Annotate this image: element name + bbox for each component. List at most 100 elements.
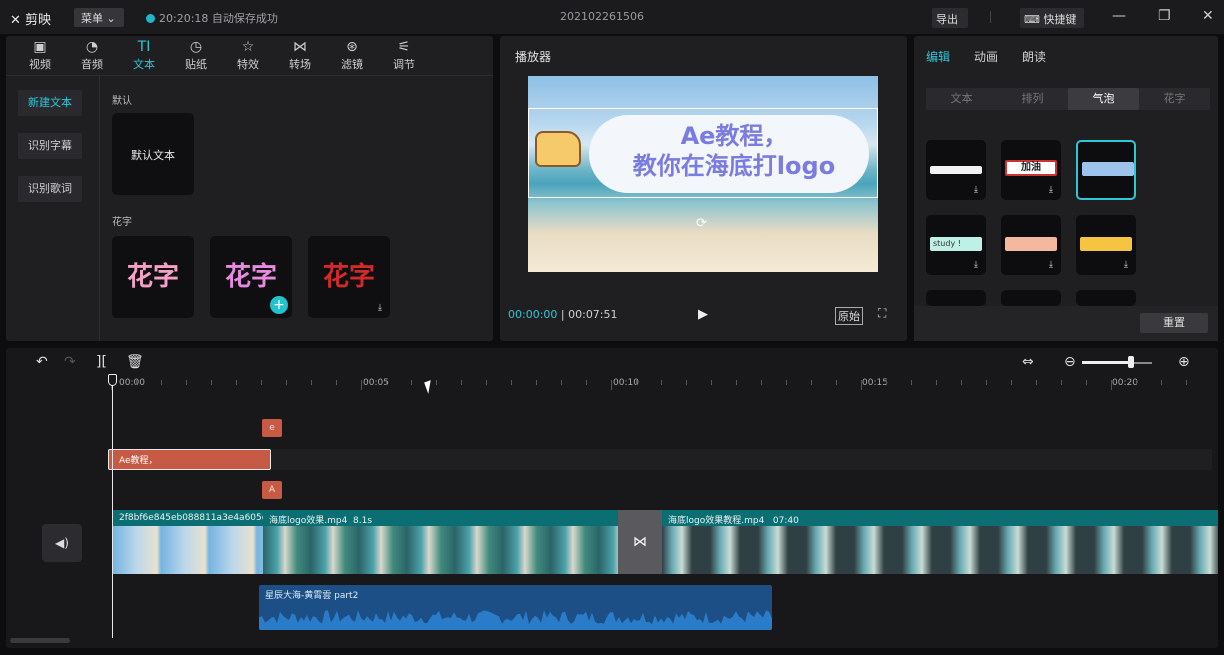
- text-clip[interactable]: Ae教程，: [108, 449, 271, 470]
- bubble-preview: 加油: [1005, 160, 1057, 176]
- segment-fancy[interactable]: 花字: [1139, 88, 1210, 110]
- play-icon[interactable]: ▶: [698, 307, 708, 322]
- fancy-text-card-2[interactable]: 花字 +: [210, 236, 292, 318]
- add-icon[interactable]: +: [270, 296, 288, 314]
- restore-icon[interactable]: ❐: [1158, 8, 1171, 24]
- video-clip-1[interactable]: 2f8bf6e845eb088811a3e4a605e4d: [113, 510, 263, 574]
- project-title: 202102261506: [560, 10, 644, 23]
- bubble-item[interactable]: study ! ⤓: [926, 215, 986, 275]
- text-badge[interactable]: A: [262, 481, 282, 499]
- tab-filter[interactable]: ⊛ 滤镜: [334, 38, 370, 72]
- segment-bubble[interactable]: 气泡: [1068, 88, 1139, 110]
- clip-name: 海底logo效果.mp4: [269, 516, 348, 526]
- ruler-tick: [486, 380, 487, 385]
- menu-button[interactable]: 菜单 ⌄: [74, 8, 124, 27]
- menu-label: 菜单: [81, 12, 103, 25]
- tab-video[interactable]: ▣ 视频: [22, 38, 58, 72]
- ruler-tick: [886, 380, 887, 385]
- bubble-item[interactable]: [1076, 290, 1136, 306]
- video-clip-2[interactable]: 海底logo效果.mp4 8.1s: [263, 510, 618, 574]
- rotate-icon[interactable]: ⟳: [696, 216, 707, 231]
- timeline-panel: ↶ ↷ ][ 🗑 ⇔ ⊖ ⊕ 00:00 00:05 00:10 00:15 0…: [6, 348, 1218, 648]
- minimize-icon[interactable]: —: [1112, 8, 1126, 24]
- time-display: 00:00:00 | 00:07:51: [508, 308, 618, 321]
- fullscreen-icon[interactable]: ⛶: [878, 306, 886, 321]
- tab-animation[interactable]: 动画: [974, 48, 998, 65]
- fancy-text-card-1[interactable]: 花字: [112, 236, 194, 318]
- tab-label: 贴纸: [185, 58, 207, 71]
- video-clip-3[interactable]: 海底logo效果教程.mp4 07:40: [662, 510, 1218, 574]
- default-text-card[interactable]: 默认文本: [112, 113, 194, 195]
- ruler-tick: [361, 380, 362, 390]
- tab-adjust[interactable]: ⚟ 调节: [386, 38, 422, 72]
- tab-effect[interactable]: ☆ 特效: [230, 38, 266, 72]
- delete-icon[interactable]: 🗑: [126, 354, 144, 370]
- ruler-tick: [586, 380, 587, 385]
- text-overlay-box[interactable]: Ae教程， 教你在海底打logo: [528, 108, 878, 198]
- ruler-tick: [1011, 380, 1012, 385]
- ruler-tick: [736, 380, 737, 385]
- tab-audio[interactable]: ◔ 音频: [74, 38, 110, 72]
- zoom-out-icon[interactable]: ⊖: [1064, 354, 1076, 370]
- redo-icon[interactable]: ↷: [64, 354, 76, 370]
- fancy-text-card-3[interactable]: 花字 ⤓: [308, 236, 390, 318]
- mute-icon[interactable]: ◀): [42, 524, 82, 562]
- video-preview[interactable]: Ae教程， 教你在海底打logo ⟳: [528, 76, 878, 272]
- recognize-subtitle-button[interactable]: 识别字幕: [18, 133, 82, 159]
- segment-text[interactable]: 文本: [926, 88, 997, 110]
- download-icon[interactable]: ⤓: [378, 303, 382, 313]
- transition-icon[interactable]: ⋈: [618, 510, 662, 574]
- audio-waveform: [259, 610, 772, 630]
- original-ratio-button[interactable]: 原始: [835, 307, 863, 325]
- ruler-tick: [961, 380, 962, 385]
- effect-badge[interactable]: e: [262, 419, 282, 437]
- bubble-item[interactable]: ⤓: [1076, 215, 1136, 275]
- download-icon[interactable]: ⤓: [1049, 260, 1053, 270]
- export-button[interactable]: 导出: [932, 8, 968, 28]
- tab-edit[interactable]: 编辑: [926, 48, 950, 65]
- undo-icon[interactable]: ↶: [36, 354, 48, 370]
- fancy-preview: 花字: [322, 262, 375, 292]
- bubble-item[interactable]: 加油 ⤓: [1001, 140, 1061, 200]
- new-text-button[interactable]: 新建文本: [18, 90, 82, 116]
- time-ruler[interactable]: 00:00 00:05 00:10 00:15 00:20: [111, 378, 1218, 392]
- tab-read[interactable]: 朗读: [1022, 48, 1046, 65]
- tab-label: 音频: [81, 58, 103, 71]
- horizontal-scrollbar[interactable]: [10, 638, 70, 643]
- download-icon[interactable]: ⤓: [1049, 185, 1053, 195]
- reset-button[interactable]: 重置: [1140, 313, 1208, 333]
- clip-thumbnails: [263, 526, 618, 574]
- autosave-text: 20:20:18 自动保存成功: [159, 12, 278, 25]
- download-icon[interactable]: ⤓: [974, 260, 978, 270]
- ruler-tick: [911, 380, 912, 385]
- shortcut-button[interactable]: ⌨ 快捷键: [1020, 8, 1084, 28]
- tab-text[interactable]: TI 文本: [126, 38, 162, 72]
- close-icon[interactable]: ✕: [1202, 8, 1214, 24]
- bubble-item[interactable]: ⤓: [1001, 215, 1061, 275]
- clip-thumbnails: [113, 526, 263, 574]
- recognize-lyrics-button[interactable]: 识别歌词: [18, 176, 82, 202]
- download-icon[interactable]: ⤓: [1124, 260, 1128, 270]
- bubble-item-selected[interactable]: [1076, 140, 1136, 200]
- clip-label: 海底logo效果教程.mp4 07:40: [668, 513, 799, 526]
- zoom-slider-handle[interactable]: [1128, 356, 1134, 368]
- tab-label: 特效: [237, 58, 259, 71]
- audio-clip[interactable]: 星辰大海-黄霄雲 part2: [259, 585, 772, 630]
- tab-sticker[interactable]: ◷ 贴纸: [178, 38, 214, 72]
- bubble-item[interactable]: [1001, 290, 1061, 306]
- tab-transition[interactable]: ⋈ 转场: [282, 38, 318, 72]
- download-icon[interactable]: ⤓: [974, 185, 978, 195]
- video-icon: ▣: [33, 39, 47, 55]
- playhead-handle[interactable]: [108, 374, 117, 386]
- split-icon[interactable]: ][: [96, 354, 107, 370]
- overlay-text: Ae教程， 教你在海底打logo: [599, 121, 869, 181]
- ruler-label: 00:15: [862, 378, 888, 388]
- snap-icon[interactable]: ⇔: [1022, 354, 1034, 370]
- zoom-in-icon[interactable]: ⊕: [1178, 354, 1190, 370]
- shortcut-label: 快捷键: [1043, 13, 1077, 26]
- bubble-item[interactable]: ⤓: [926, 140, 986, 200]
- bubble-item[interactable]: [926, 290, 986, 306]
- playhead[interactable]: [112, 374, 113, 638]
- title-bar: ✕ 剪映 菜单 ⌄ 20:20:18 自动保存成功 202102261506 导…: [0, 0, 1224, 34]
- segment-arrange[interactable]: 排列: [997, 88, 1068, 110]
